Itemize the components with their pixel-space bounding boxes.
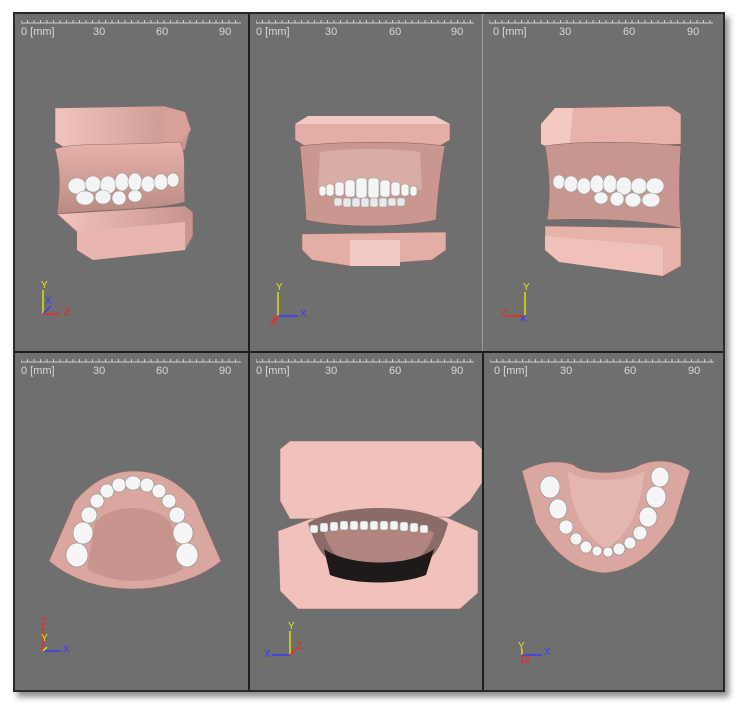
axis-label-c: Z [64,307,71,318]
axis-label-b: X [63,644,70,655]
axis-label-b: X [544,647,551,658]
axis-label-a: Y [518,641,525,652]
axis-triad: Y X Z [264,621,308,665]
axis-triad: Y X Z [37,280,77,324]
viewport-left-view[interactable]: 0 [mm] 30 60 90 Y X Z [483,14,723,351]
axis-triad: Y X Z [270,282,312,327]
viewport-back-view[interactable]: 0 [mm] 30 60 90 Y X Z [250,353,482,690]
viewport-bottom-view[interactable]: 0 [mm] 30 60 90 Y X Z [484,353,723,690]
axis-label-a: Y [523,282,530,293]
axis-label-a: Y [288,621,295,632]
axis-label-c: Z [524,655,531,666]
axis-label-c: Z [501,308,508,319]
axis-triad: Y X Z [501,282,541,326]
viewport-right-view[interactable]: 0 [mm] 30 60 90 Y X Z [15,14,248,351]
axis-label-b: X [300,309,307,320]
axis-label-b: X [264,649,271,660]
axis-label-a: Y [276,282,283,293]
axis-label-b: X [45,296,52,307]
viewport-front-view[interactable]: 0 [mm] 30 60 90 Y X Z [250,14,482,351]
viewport-grid: 0 [mm] 30 60 90 Y X Z 0 [mm] 30 60 90 Y … [13,12,725,692]
axis-triad: Y X Z [506,625,551,666]
axis-label-c: Y [41,633,48,644]
axis-label-a: Y [41,280,48,291]
viewport-top-view[interactable]: 0 [mm] 30 60 90 Z X Y [15,353,248,690]
axis-triad: Z X Y [37,617,77,661]
axis-label-a: Z [41,617,48,628]
axis-label-c: Z [270,316,277,327]
axis-label-b: X [520,314,527,325]
axis-label-c: Z [296,641,303,652]
